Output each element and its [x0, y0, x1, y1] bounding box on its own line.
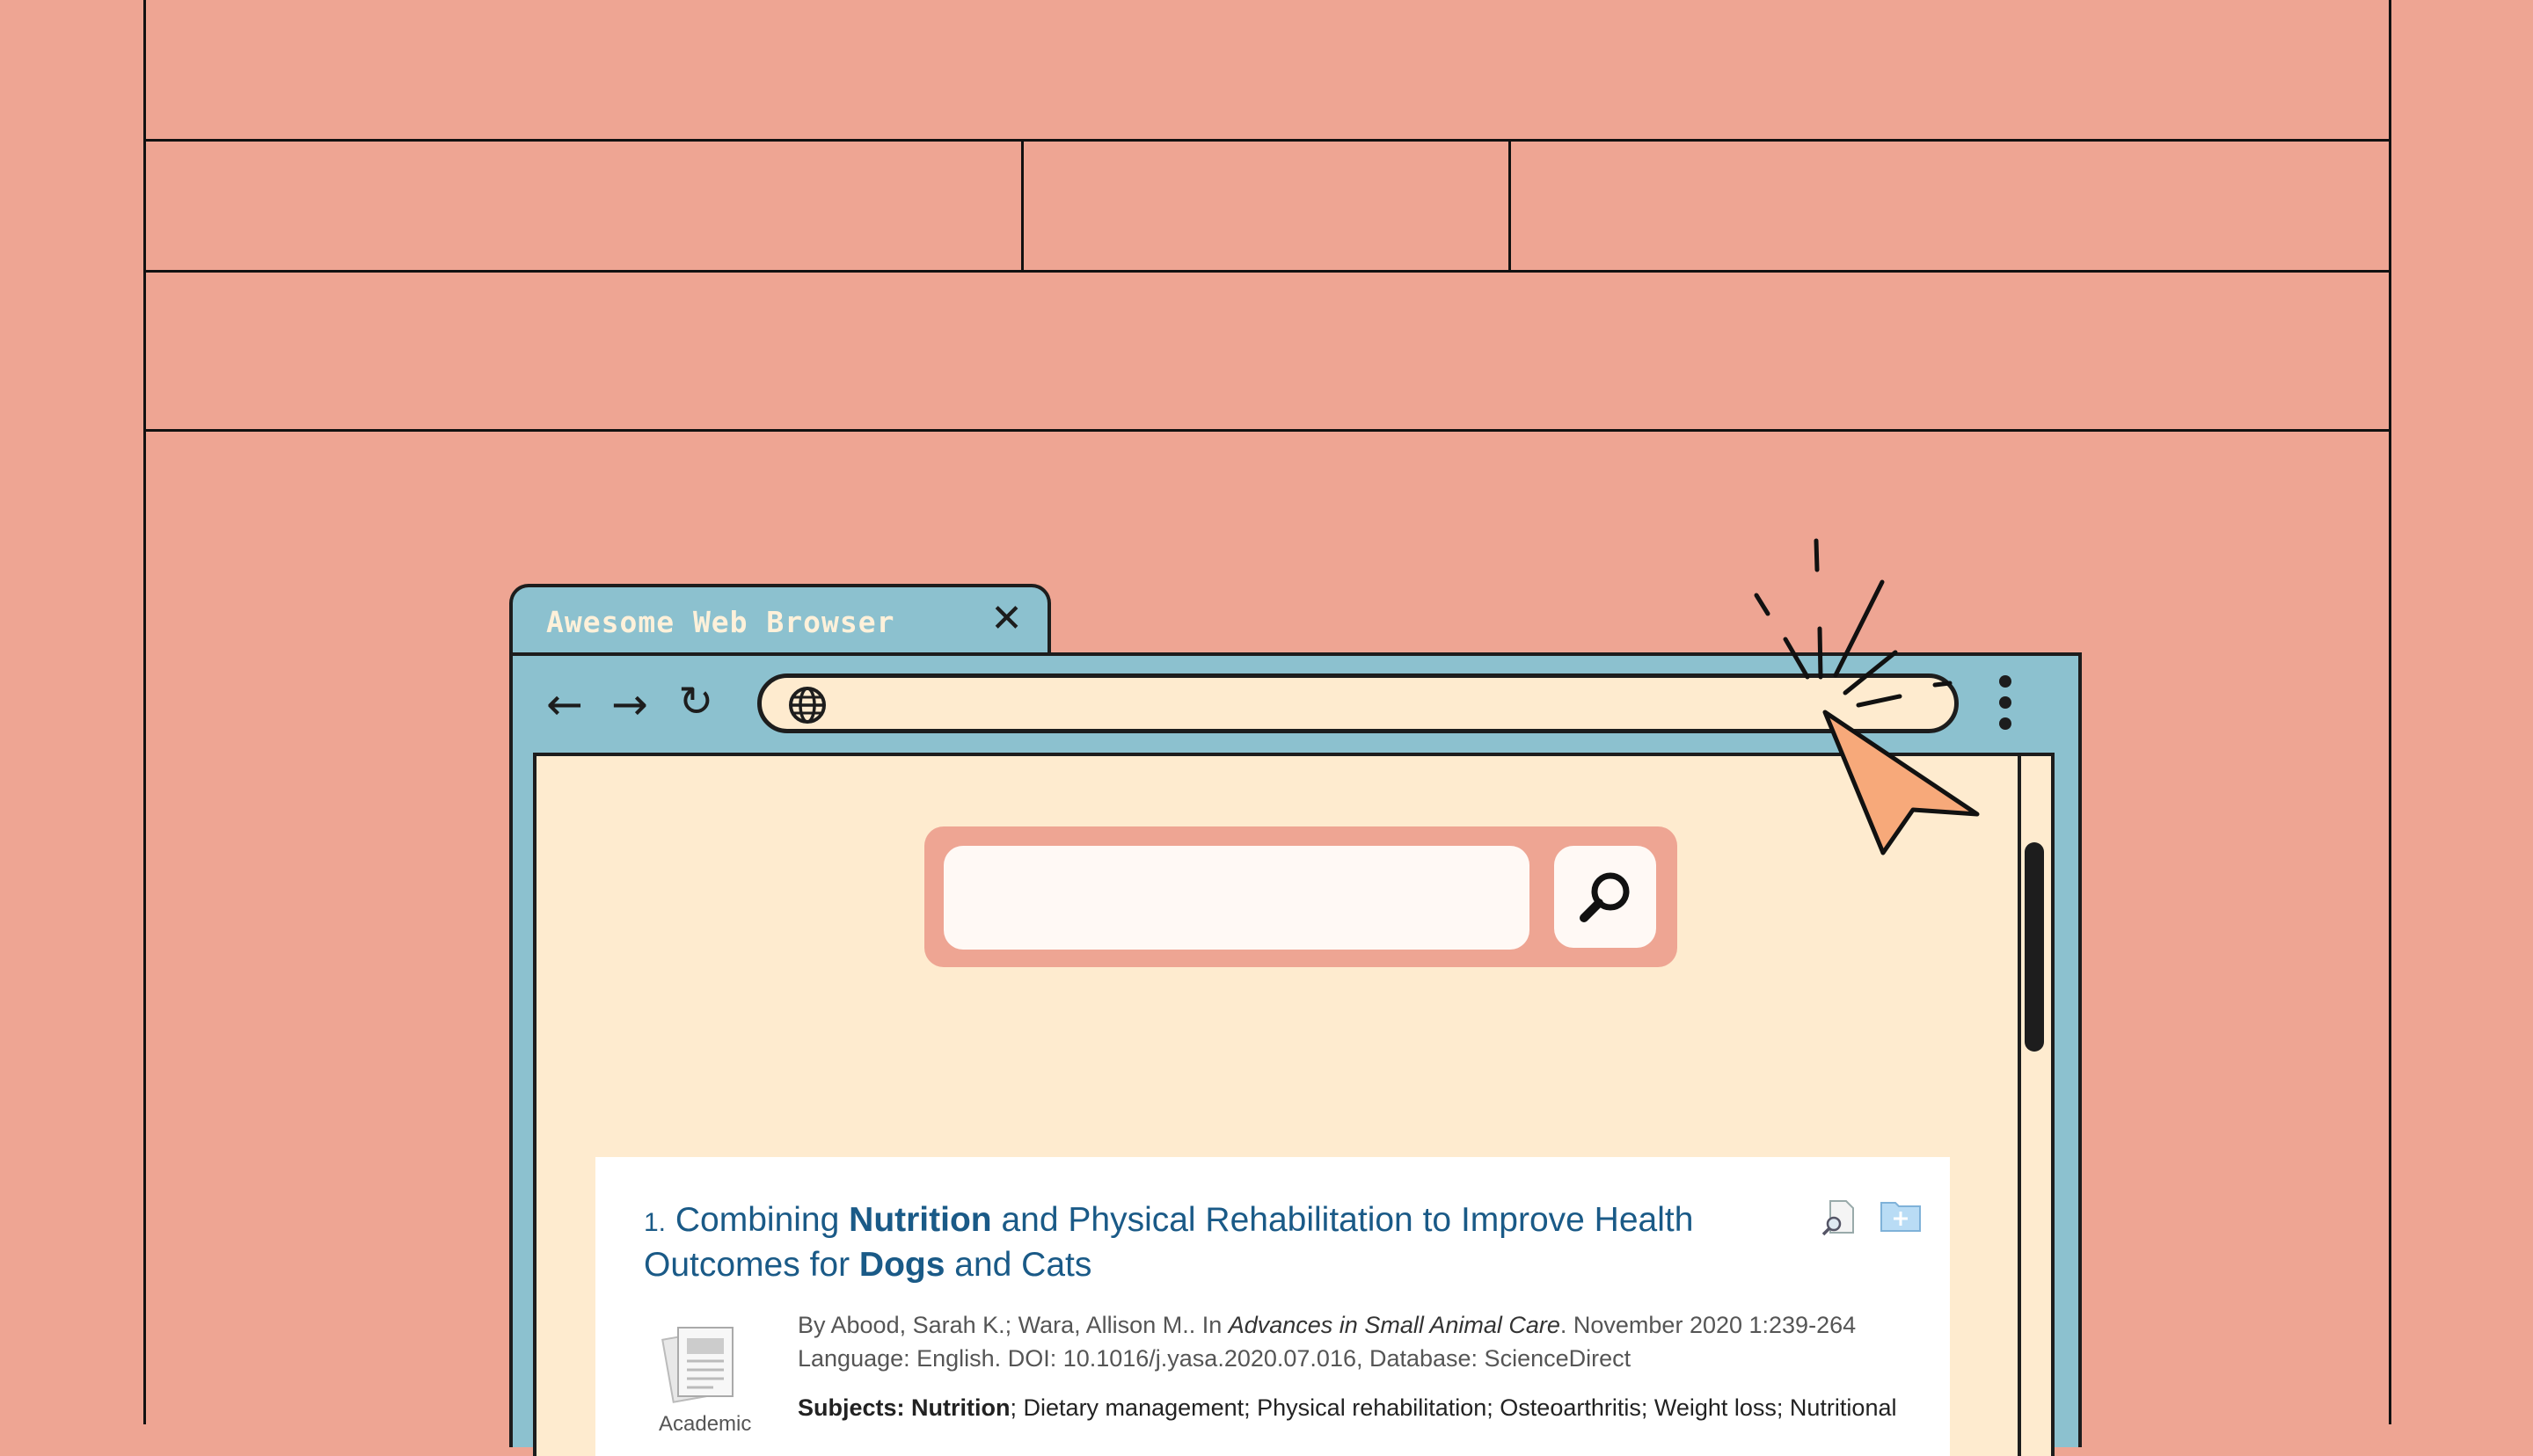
- forward-arrow-icon[interactable]: →: [611, 682, 648, 726]
- globe-icon: [789, 687, 826, 724]
- close-icon[interactable]: ✕: [990, 600, 1023, 638]
- search-result: 1. Combining Nutrition and Physical Reha…: [595, 1157, 1950, 1456]
- preview-icon[interactable]: [1820, 1198, 1858, 1236]
- title-part: Combining: [675, 1201, 850, 1239]
- title-keyword: Dogs: [858, 1246, 945, 1284]
- frame-line: [1021, 139, 1024, 273]
- title-part: and Cats: [945, 1246, 1092, 1284]
- document-icon: [661, 1327, 734, 1403]
- byline-prefix: By Abood, Sarah K.; Wara, Allison M.. In: [798, 1312, 1229, 1338]
- frame-line: [1508, 139, 1511, 273]
- journal-name: Advances in Small Animal Care: [1228, 1312, 1560, 1338]
- add-to-folder-icon[interactable]: [1880, 1198, 1922, 1233]
- back-arrow-icon[interactable]: ←: [546, 682, 583, 726]
- scrollbar-thumb[interactable]: [2025, 842, 2044, 1052]
- search-button[interactable]: [1554, 846, 1656, 948]
- result-language: Language: English. DOI: 10.1016/j.yasa.2…: [798, 1345, 1631, 1372]
- frame-line: [143, 139, 2391, 142]
- search-input[interactable]: [944, 846, 1529, 950]
- tab-title: Awesome Web Browser: [546, 605, 895, 639]
- result-byline: By Abood, Sarah K.; Wara, Allison M.. In…: [798, 1308, 1906, 1342]
- reload-icon[interactable]: ↻: [678, 681, 713, 723]
- search-bar: [924, 826, 1677, 967]
- frame-line: [143, 0, 146, 1424]
- frame-line: [143, 429, 2391, 432]
- subjects-rest: ; Dietary management; Physical rehabilit…: [1010, 1394, 1897, 1421]
- result-title-link[interactable]: 1. Combining Nutrition and Physical Reha…: [644, 1199, 1752, 1286]
- title-keyword: Nutrition: [849, 1201, 992, 1239]
- more-vert-icon[interactable]: [1999, 675, 2011, 735]
- search-icon: [1580, 872, 1630, 922]
- subject-first[interactable]: Nutrition: [911, 1394, 1010, 1421]
- doc-type-label: Academic: [659, 1412, 752, 1436]
- result-number: 1.: [644, 1208, 667, 1237]
- byline-suffix: . November 2020 1:239-264: [1559, 1312, 1857, 1338]
- cursor-icon: [1754, 538, 1980, 855]
- scrollbar[interactable]: [2018, 756, 2051, 1456]
- subjects-label: Subjects:: [798, 1394, 905, 1421]
- result-subjects: Subjects: Nutrition; Dietary management;…: [798, 1394, 1915, 1422]
- frame-line: [143, 270, 2391, 273]
- frame-line: [2389, 0, 2391, 1424]
